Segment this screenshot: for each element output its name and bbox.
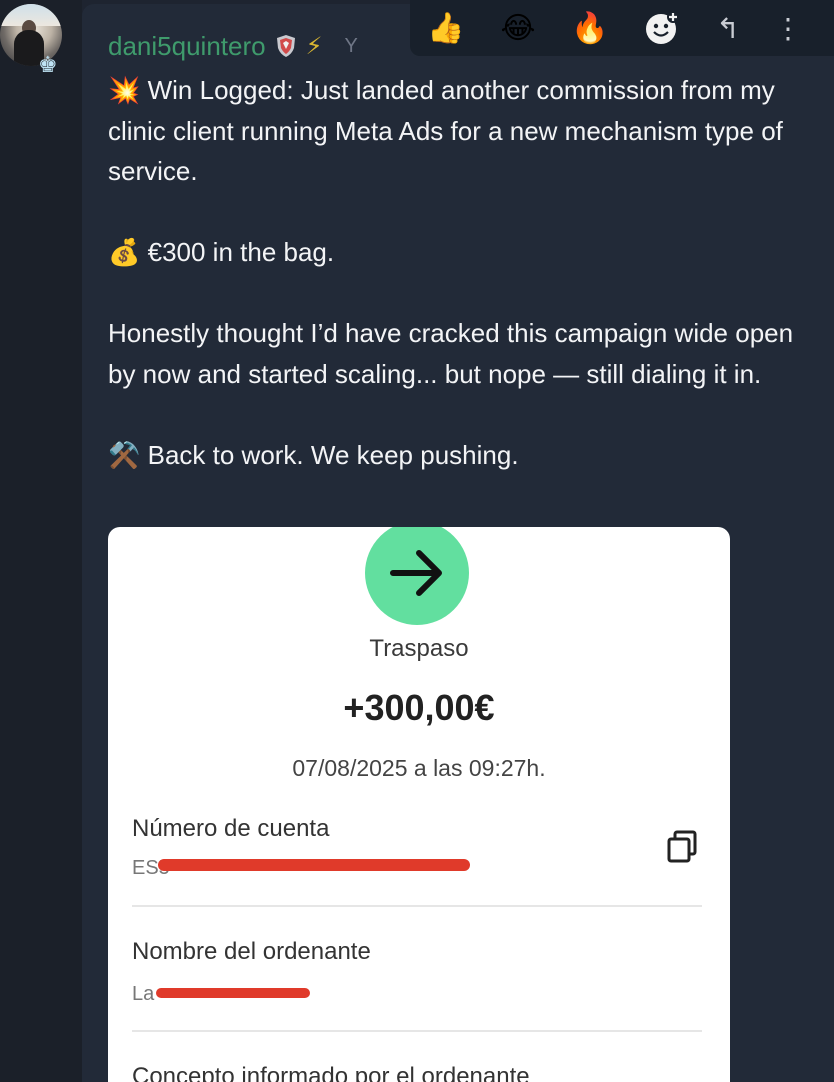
transfer-arrow-icon (365, 527, 469, 625)
redaction-mark (158, 859, 470, 871)
more-options-icon[interactable]: ⋮ (758, 0, 818, 56)
fire-reaction-icon[interactable]: 🔥 (554, 0, 626, 56)
payer-name-value: La (132, 983, 155, 1005)
laughing-reaction-icon[interactable]: 😂 (482, 0, 554, 56)
divider (132, 1030, 702, 1032)
transfer-datetime: 07/08/2025 a las 09:27h. (292, 755, 546, 781)
chat-view: ♚ dani5quintero ⚡ Y 👍 😂 🔥 ↰ ⋮ 💥 Win Logg… (0, 0, 834, 1082)
king-chess-icon: ♚ (38, 52, 58, 77)
transfer-amount: +300,00€ (343, 687, 495, 728)
message-text: Back to work. We keep pushing. (147, 439, 519, 470)
message-text: Win Logged: Just landed another commissi… (108, 75, 783, 186)
message-paragraph: 💰 €300 in the bag. (108, 232, 824, 273)
concept-label: Concepto informado por el ordenante (132, 1063, 530, 1082)
copy-icon[interactable] (666, 829, 700, 865)
left-gutter (0, 0, 82, 1082)
message-actions-toolbar: 👍 😂 🔥 ↰ ⋮ (410, 0, 834, 56)
add-reaction-icon[interactable] (626, 0, 698, 56)
transfer-type: Traspaso (369, 635, 469, 662)
shield-badge-icon (276, 35, 295, 57)
timestamp: Y (344, 34, 358, 57)
attachment-image[interactable]: Traspaso +300,00€ 07/08/2025 a las 09:27… (108, 527, 730, 1082)
payer-name-label: Nombre del ordenante (132, 938, 371, 965)
lightning-icon: ⚡ (305, 32, 323, 60)
explosion-icon: 💥 (108, 75, 141, 105)
username[interactable]: dani5quintero (108, 31, 266, 62)
redaction-mark (156, 988, 310, 998)
message-text: €300 in the bag. (147, 237, 335, 267)
hammer-pick-icon: ⚒️ (108, 439, 141, 470)
message-body: 💥 Win Logged: Just landed another commis… (108, 70, 824, 475)
account-number-label: Número de cuenta (132, 815, 330, 842)
reply-icon[interactable]: ↰ (698, 0, 758, 56)
money-bag-icon: 💰 (108, 237, 141, 267)
message-paragraph: ⚒️ Back to work. We keep pushing. (108, 435, 824, 476)
thumbs-up-reaction-icon[interactable]: 👍 (410, 0, 482, 56)
message-paragraph: 💥 Win Logged: Just landed another commis… (108, 70, 824, 192)
message-header: dani5quintero ⚡ Y (108, 28, 358, 64)
message-paragraph: Honestly thought I’d have cracked this c… (108, 313, 824, 394)
message-text: Honestly thought I’d have cracked this c… (108, 318, 794, 389)
divider (132, 905, 702, 907)
